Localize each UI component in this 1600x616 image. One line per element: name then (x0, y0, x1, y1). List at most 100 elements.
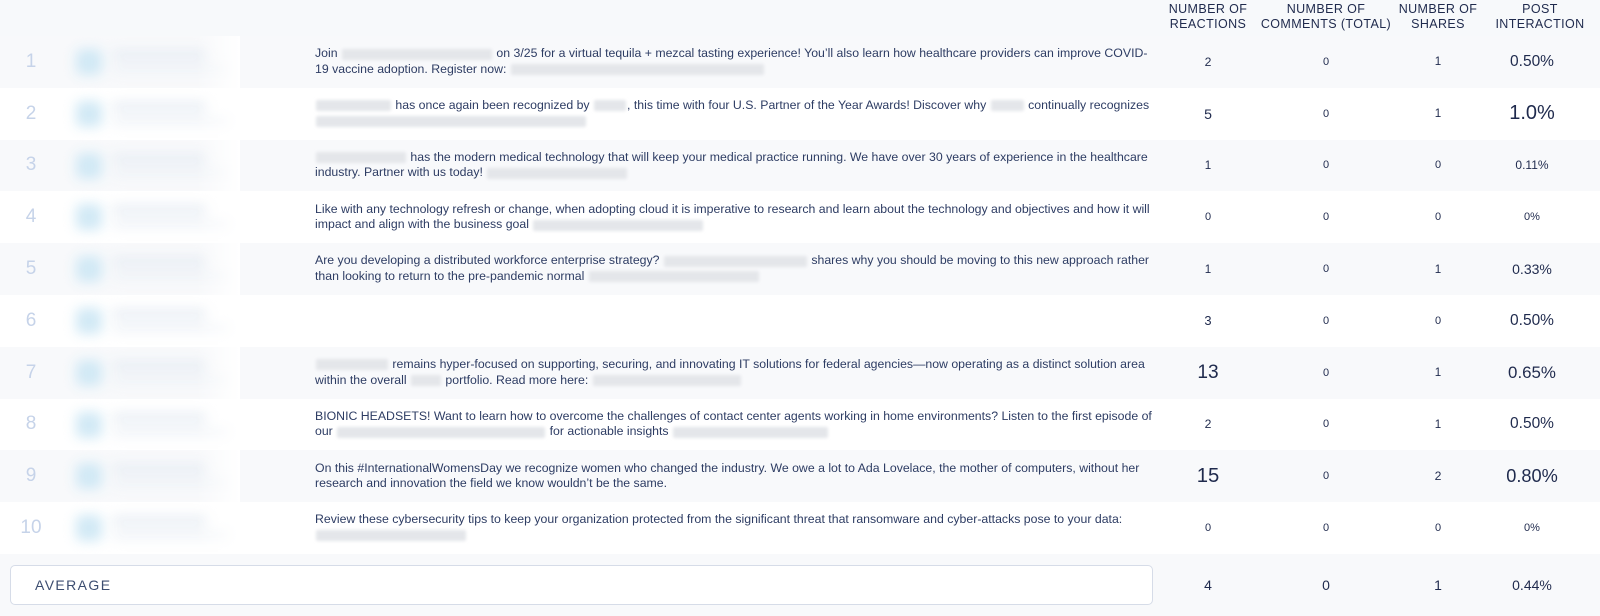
post-text-cell[interactable]: BIONIC HEADSETS! Want to learn how to ov… (315, 399, 1160, 451)
shares-value: 0 (1434, 314, 1442, 327)
post-analytics-table: NUMBER OF REACTIONS NUMBER OF COMMENTS (T… (0, 0, 1600, 616)
post-text-cell[interactable]: has the modern medical technology that w… (315, 140, 1160, 192)
shares-value: 0 (1434, 159, 1442, 172)
shares-value: 0 (1434, 522, 1442, 535)
reactions-value: 0 (1204, 211, 1212, 224)
comments-value: 0 (1322, 211, 1330, 224)
author-name-redacted (112, 101, 208, 111)
reactions-value: 5 (1204, 105, 1212, 122)
post-author-meta[interactable] (62, 502, 240, 554)
redacted-text (316, 530, 466, 542)
row-number: 3 (25, 154, 37, 176)
avatar (76, 256, 102, 283)
post-author-meta[interactable] (62, 295, 240, 347)
post-text: On this #InternationalWomensDay we recog… (315, 460, 1140, 491)
shares-value: 1 (1434, 417, 1442, 431)
comments-value: 0 (1322, 470, 1330, 483)
post-text-cell[interactable]: Join on 3/25 for a virtual tequila + mez… (315, 36, 1160, 88)
post-author-meta[interactable] (62, 36, 240, 88)
table-row[interactable]: 1 Join on 3/25 for a virtual tequila + me… (0, 36, 1600, 88)
average-row-box[interactable]: AVERAGE (10, 565, 1153, 605)
table-row[interactable]: 10 Review these cybersecurity tips to kee… (0, 502, 1600, 554)
reactions-value: 1 (1204, 158, 1212, 172)
table-row[interactable]: 3 has the modern medical technology that… (0, 139, 1600, 192)
table-row[interactable]: 8 BIONIC HEADSETS! Want to learn how to o… (0, 398, 1600, 451)
table-footer: AVERAGE 4 0 1 0.44% (0, 554, 1600, 616)
shares-value: 1 (1434, 262, 1442, 276)
col-number-of-reactions[interactable]: NUMBER OF REACTIONS (1160, 2, 1256, 32)
post-text-cell[interactable]: remains hyper-focused on supporting, sec… (315, 347, 1160, 399)
post-text: remains hyper-focused on supporting, sec… (315, 357, 1145, 387)
shares-value: 1 (1434, 55, 1442, 69)
post-text-cell[interactable]: Review these cybersecurity tips to keep … (315, 502, 1160, 554)
redacted-text (316, 115, 586, 127)
interaction-value: 0.65% (1508, 362, 1556, 382)
redacted-text (316, 152, 406, 164)
post-text-cell[interactable]: Are you developing a distributed workfor… (315, 243, 1160, 295)
interaction-value: 0.50% (1510, 415, 1554, 433)
post-text: Like with any technology refresh or chan… (315, 201, 1150, 232)
author-name-redacted (112, 516, 208, 526)
comments-value: 0 (1322, 55, 1330, 68)
redacted-text (588, 271, 759, 283)
post-text-cell[interactable]: Like with any technology refresh or chan… (315, 191, 1160, 243)
shares-value: 0 (1434, 211, 1442, 224)
reactions-value: 2 (1204, 54, 1212, 69)
meta-fade (196, 87, 240, 140)
post-author-meta[interactable] (62, 87, 240, 140)
author-name-redacted (112, 153, 208, 163)
post-author-meta[interactable] (62, 398, 240, 451)
interaction-value: 0.11% (1515, 158, 1549, 173)
row-number: 2 (25, 102, 37, 124)
interaction-value: 0.50% (1510, 52, 1554, 70)
post-text: Are you developing a distributed workfor… (315, 253, 1150, 284)
redacted-text (341, 48, 492, 60)
redacted-text (672, 426, 828, 438)
table-row[interactable]: 9 On this #InternationalWomensDay we reco… (0, 450, 1600, 503)
post-text-cell[interactable] (315, 295, 1160, 347)
post-author-meta[interactable] (62, 139, 240, 192)
redacted-text (411, 374, 442, 386)
post-author-meta[interactable] (62, 191, 240, 244)
meta-fade (196, 36, 240, 88)
reactions-value: 3 (1204, 313, 1212, 329)
reactions-value: 0 (1204, 522, 1212, 535)
author-name-redacted (112, 309, 208, 318)
avatar (76, 204, 102, 231)
row-number: 5 (25, 258, 37, 280)
post-author-meta[interactable] (62, 450, 240, 503)
row-number: 1 (25, 50, 37, 72)
meta-fade (196, 295, 240, 347)
interaction-value: 0.50% (1510, 311, 1554, 329)
redacted-text (337, 426, 546, 438)
redacted-text (316, 359, 388, 371)
average-label: AVERAGE (35, 577, 112, 593)
redacted-text (316, 100, 391, 112)
post-text-cell[interactable]: has once again been recognized by , this… (315, 88, 1160, 140)
reactions-value: 1 (1204, 262, 1212, 276)
table-row[interactable]: 5 Are you developing a distributed workfo… (0, 243, 1600, 295)
reactions-value: 15 (1196, 464, 1220, 487)
col-post-interaction[interactable]: POST INTERACTION (1480, 2, 1600, 32)
reactions-value: 2 (1204, 417, 1212, 432)
table-row[interactable]: 4 Like with any technology refresh or cha… (0, 191, 1600, 244)
redacted-text (663, 255, 807, 267)
interaction-value: 1.0% (1509, 102, 1555, 125)
meta-fade (196, 346, 240, 399)
comments-value: 0 (1322, 522, 1330, 535)
post-author-meta[interactable] (62, 243, 240, 295)
avatar (76, 152, 102, 179)
col-number-of-comments[interactable]: NUMBER OF COMMENTS (TOTAL) (1256, 2, 1396, 32)
reactions-value: 13 (1197, 361, 1219, 383)
table-row[interactable]: 7 remains hyper-focused on supporting, s… (0, 346, 1600, 399)
interaction-value: 0% (1524, 211, 1540, 224)
avatar (76, 308, 102, 334)
row-number: 8 (25, 413, 37, 435)
post-text-cell[interactable]: On this #InternationalWomensDay we recog… (315, 450, 1160, 502)
col-number-of-shares[interactable]: NUMBER OF SHARES (1396, 2, 1480, 32)
table-row[interactable]: 2 has once again been recognized by , th… (0, 87, 1600, 140)
row-number: 4 (25, 206, 37, 228)
post-text: BIONIC HEADSETS! Want to learn how to ov… (315, 408, 1152, 439)
table-row[interactable]: 6 3 0 0 0.50% (0, 295, 1600, 347)
post-author-meta[interactable] (62, 346, 240, 399)
